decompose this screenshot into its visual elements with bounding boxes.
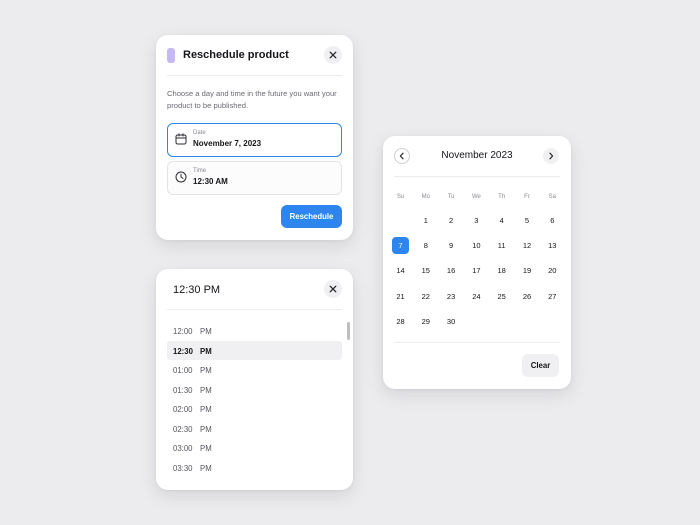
week-row: 21 22 23 24 25 26 27 <box>388 286 568 311</box>
calendar-day[interactable]: 30 <box>443 313 460 330</box>
time-option[interactable]: 02:30 PM <box>167 419 342 439</box>
time-option-time: 03:30 <box>173 463 193 473</box>
week-row: 7 8 9 10 11 12 13 <box>388 235 568 260</box>
time-option-ampm: PM <box>200 444 212 453</box>
calendar-day[interactable]: 1 <box>417 212 434 229</box>
time-option-time: 01:00 <box>173 366 193 375</box>
calendar-day[interactable]: 20 <box>544 262 561 279</box>
close-button[interactable] <box>324 46 342 64</box>
calendar-day[interactable]: 22 <box>417 288 434 305</box>
title-marker <box>167 48 175 63</box>
calendar-day[interactable]: 21 <box>392 288 409 305</box>
time-option[interactable]: 01:00 PM <box>167 360 342 380</box>
calendar-day[interactable]: 6 <box>544 212 561 229</box>
weekday-label: Fr <box>524 194 530 200</box>
time-option-ampm: PM <box>200 346 212 356</box>
calendar-day[interactable]: 18 <box>493 262 510 279</box>
time-option[interactable]: 12:00 PM <box>167 321 342 341</box>
time-option-time: 12:00 <box>173 327 193 336</box>
chevron-right-icon <box>549 152 554 160</box>
calendar-day[interactable]: 24 <box>468 288 485 305</box>
dialog-description: Choose a day and time in the future you … <box>167 89 337 110</box>
close-icon <box>329 51 337 59</box>
time-option-time: 02:00 <box>173 405 193 414</box>
calendar-day[interactable]: 19 <box>519 262 536 279</box>
calendar-day[interactable]: 11 <box>493 237 510 254</box>
weekday-label: Mo <box>421 194 430 200</box>
calendar-day[interactable]: 12 <box>519 237 536 254</box>
time-option[interactable]: 12:30 PM <box>167 340 342 360</box>
clock-icon <box>175 171 187 183</box>
calendar-day[interactable]: 5 <box>519 212 536 229</box>
calendar-day[interactable]: 10 <box>468 237 485 254</box>
calendar-day[interactable]: 26 <box>519 288 536 305</box>
calendar-day[interactable]: 16 <box>443 262 460 279</box>
calendar-day[interactable]: 4 <box>493 212 510 229</box>
calendar-day[interactable]: 13 <box>544 237 561 254</box>
date-label: Date <box>193 130 206 136</box>
calendar-day[interactable]: 27 <box>544 288 561 305</box>
date-field[interactable]: Date November 7, 2023 <box>167 123 342 157</box>
time-option-ampm: PM <box>200 405 212 414</box>
time-option-ampm: PM <box>200 424 212 434</box>
time-option[interactable]: 03:00 PM <box>167 438 342 458</box>
calendar-day[interactable]: 25 <box>493 288 510 305</box>
calendar-day[interactable]: 28 <box>392 313 409 330</box>
time-option-time: 02:30 <box>173 424 193 434</box>
time-list: 12:00 PM 12:30 PM 01:00 PM 01:30 PM 02:00 PM 02:30… <box>167 321 342 477</box>
reschedule-dialog: Reschedule product Choose a day and time… <box>156 35 353 240</box>
header-divider <box>167 75 342 76</box>
weekday-header: Su Mo Tu We Th Fr Sa <box>388 190 568 210</box>
selected-time-title: 12:30 PM <box>173 284 221 296</box>
next-month-button[interactable] <box>543 148 559 164</box>
calendar-day[interactable]: 8 <box>417 237 434 254</box>
close-button[interactable] <box>324 280 342 298</box>
time-option-ampm: PM <box>200 327 212 336</box>
weekday-label: Su <box>396 194 405 200</box>
calendar-day[interactable]: 14 <box>392 262 409 279</box>
header-divider <box>167 309 342 310</box>
time-field[interactable]: Time 12:30 AM <box>167 161 342 195</box>
time-option-time: 03:00 <box>173 444 193 453</box>
calendar-day[interactable]: 3 <box>468 212 485 229</box>
calendar-day[interactable]: 15 <box>417 262 434 279</box>
time-option[interactable]: 03:30 PM <box>167 458 342 478</box>
week-row: 14 15 16 17 18 19 20 <box>388 260 568 285</box>
weekday-label: Th <box>498 194 506 200</box>
time-option-time: 12:30 <box>173 346 193 356</box>
date-value: November 7, 2023 <box>193 139 262 148</box>
time-option[interactable]: 01:30 PM <box>167 380 342 400</box>
header-divider <box>394 176 560 177</box>
calendar-day[interactable]: 23 <box>443 288 460 305</box>
calendar: November 2023 Su Mo Tu We Th Fr Sa 1 2 3 4 5 6 7 8 9 10 1… <box>383 136 571 389</box>
reschedule-button[interactable]: Reschedule <box>281 205 342 228</box>
time-option[interactable]: 02:00 PM <box>167 399 342 419</box>
time-option-time: 01:30 <box>173 385 193 395</box>
calendar-day[interactable]: 2 <box>443 212 460 229</box>
day-grid: Su Mo Tu We Th Fr Sa 1 2 3 4 5 6 7 8 9 10 11 12 13 14 15 16 17 1… <box>388 190 568 336</box>
footer-divider <box>394 342 560 343</box>
time-option-ampm: PM <box>200 366 212 375</box>
close-icon <box>329 285 337 293</box>
weekday-label: Tu <box>447 194 455 200</box>
weekday-label: We <box>471 194 481 200</box>
calendar-day[interactable]: 7 <box>392 237 409 255</box>
calendar-day[interactable]: 29 <box>417 313 434 330</box>
week-row: 28 29 30 <box>388 311 568 336</box>
week-row: 123456 <box>388 210 568 235</box>
time-label: Time <box>193 168 207 174</box>
time-value: 12:30 AM <box>193 177 228 186</box>
dialog-header: Reschedule product <box>167 48 342 63</box>
dialog-title: Reschedule product <box>183 49 289 61</box>
weekday-label: Sa <box>548 194 556 200</box>
scrollbar-thumb[interactable] <box>347 322 350 340</box>
clear-button[interactable]: Clear <box>522 354 559 377</box>
time-picker: 12:30 PM 12:00 PM 12:30 PM 01:00 PM 01:30 PM 02:… <box>156 269 353 490</box>
calendar-day[interactable]: 9 <box>443 237 460 254</box>
calendar-icon <box>175 133 187 145</box>
calendar-day[interactable]: 17 <box>468 262 485 279</box>
time-option-ampm: PM <box>200 385 212 395</box>
time-option-ampm: PM <box>200 463 212 473</box>
